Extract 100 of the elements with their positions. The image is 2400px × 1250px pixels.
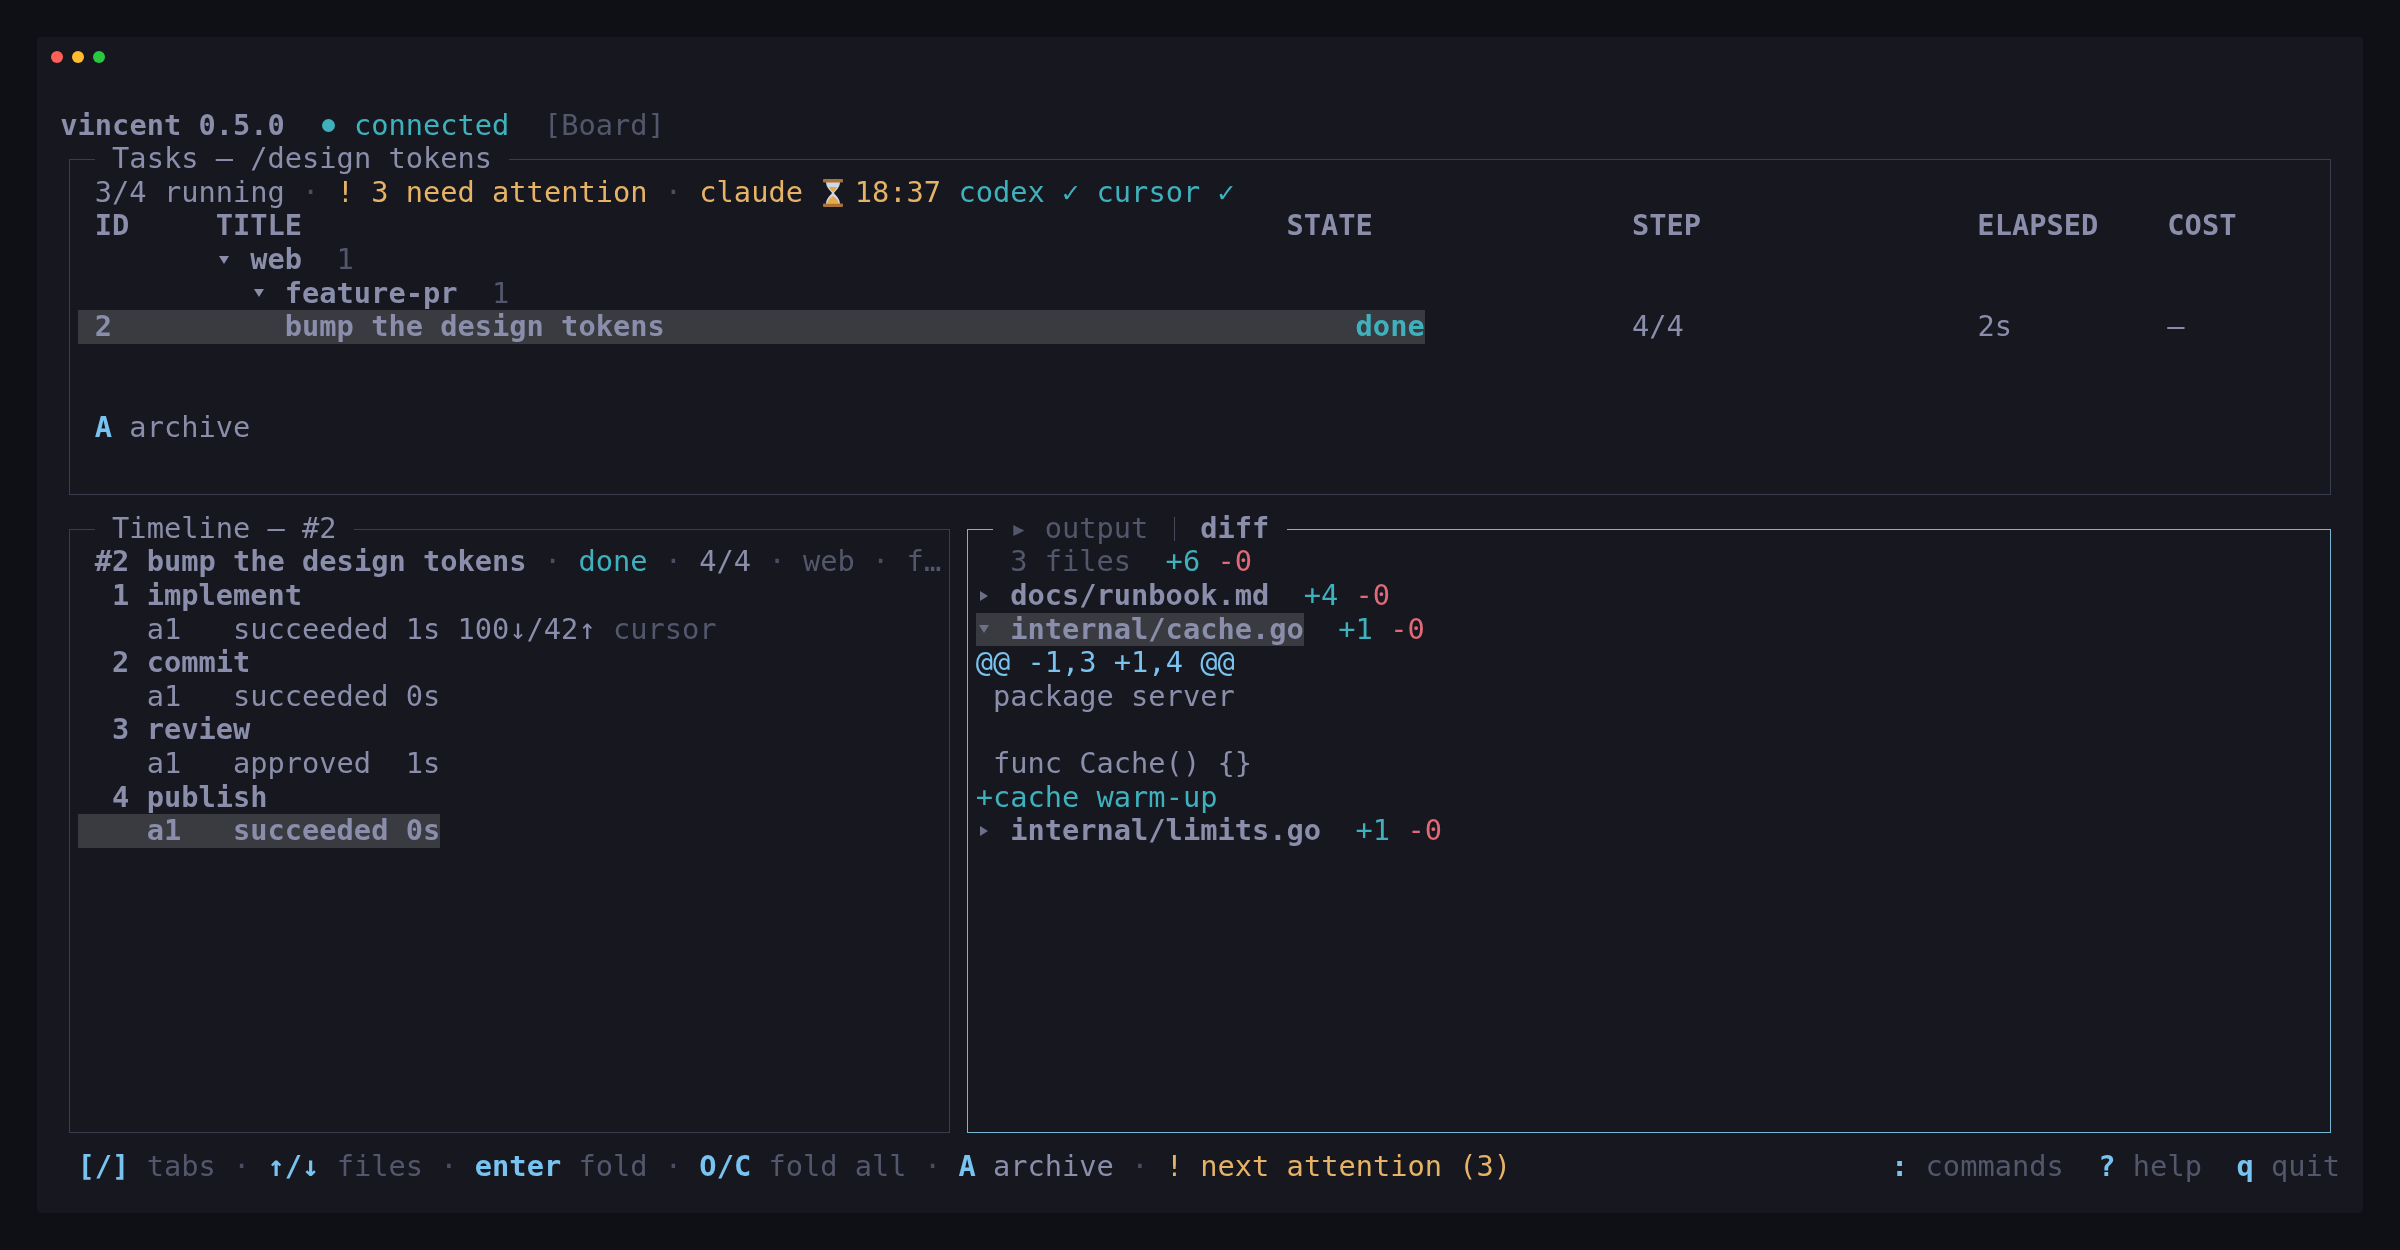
step-number: 3 <box>112 713 130 747</box>
step-name: implement <box>146 578 303 613</box>
tab[interactable]: diff <box>1200 511 1270 546</box>
hunk-header: @@ -1,3 +1,4 @@ <box>975 646 1235 680</box>
shortcut-key: q <box>2236 1150 2254 1184</box>
attempt-result: approved <box>232 746 372 781</box>
separator: · <box>872 545 890 579</box>
shortcut-label: fold <box>578 1150 648 1184</box>
task-elapsed: 2s <box>1977 310 2012 344</box>
attempt-row[interactable]: a1 succeeded 0s <box>77 814 441 848</box>
added-count: +4 <box>1303 578 1339 613</box>
hourglass-icon <box>822 178 845 207</box>
status-mark: ✓ <box>1062 175 1080 210</box>
token-count: 100↓/42↑ <box>457 612 596 647</box>
task-state: done <box>578 545 648 579</box>
shortcut-key: A <box>958 1150 976 1184</box>
shortcut-label: quit <box>2271 1150 2341 1184</box>
shortcut-key: enter <box>474 1150 562 1184</box>
runner-name: cursor <box>612 612 717 647</box>
attempt-result: succeeded <box>232 814 389 848</box>
attempt-agent: a1 <box>146 612 182 647</box>
shortcut-key: ? <box>2098 1150 2116 1184</box>
attention-count: ! 3 need attention <box>336 175 648 210</box>
added-count: +6 <box>1165 545 1201 579</box>
shortcut-label: help <box>2132 1150 2202 1184</box>
group-row[interactable]: feature-pr 1 <box>77 276 510 311</box>
shortcut-label: fold all <box>768 1150 907 1184</box>
column-header: STEP <box>1631 209 1702 243</box>
added-count: +1 <box>1338 612 1373 647</box>
task-cost: – <box>2167 310 2185 344</box>
column-header: ELAPSED <box>1977 209 2099 243</box>
shortcut-label: tabs <box>146 1150 216 1184</box>
separator: · <box>1131 1150 1149 1184</box>
group-label: web <box>250 242 303 277</box>
shortcut-label: commands <box>1925 1150 2064 1184</box>
code-line: func Cache() {} <box>992 746 1252 781</box>
panel-title: Tasks — /design tokens <box>112 142 493 176</box>
attempt-duration: 1s <box>405 612 441 647</box>
attempt-result: succeeded <box>232 612 389 647</box>
shortcut-key: : <box>1891 1150 1909 1184</box>
step-number: 2 <box>112 646 130 680</box>
group-count: 1 <box>336 242 354 277</box>
step-name: review <box>146 713 251 747</box>
attempt-result: succeeded <box>232 679 389 714</box>
task-detail: f… <box>906 545 942 579</box>
removed-count: -0 <box>1355 578 1391 613</box>
step-name: commit <box>146 646 251 680</box>
removed-count: -0 <box>1217 545 1252 579</box>
attempt-row[interactable]: a1 succeeded 0s <box>77 679 441 714</box>
shortcut-key: A <box>94 411 113 445</box>
task-id: 2 <box>94 310 113 344</box>
shortcut-key: ↑/↓ <box>267 1150 320 1184</box>
task-heading: #2 bump the design tokens <box>94 545 527 579</box>
attempt-agent: a1 <box>146 814 182 848</box>
separator: · <box>664 1150 683 1184</box>
caret-down-icon[interactable] <box>219 255 230 264</box>
attempt-duration: 0s <box>405 679 441 714</box>
status-mark: ✓ <box>1217 175 1235 210</box>
close-dot-icon[interactable] <box>50 50 63 63</box>
caret-right-icon[interactable] <box>980 590 989 601</box>
column-header: TITLE <box>215 209 303 243</box>
step-name: publish <box>146 780 268 815</box>
task-detail: web <box>802 545 855 579</box>
task-title: bump the design tokens <box>284 310 665 344</box>
group-label: feature-pr <box>284 276 458 311</box>
connection-status: connected <box>353 108 510 143</box>
file-count: 3 files <box>1010 545 1132 579</box>
column-header: ID <box>94 209 130 243</box>
task-detail: 4/4 <box>699 545 752 579</box>
code-line: package server <box>992 679 1235 714</box>
minimize-dot-icon[interactable] <box>72 50 84 63</box>
agent-name: codex <box>958 175 1045 210</box>
step-number: 4 <box>112 780 130 815</box>
column-header: STATE <box>1286 209 1373 243</box>
task-row[interactable]: 2 bump the design tokens done <box>77 310 1425 344</box>
separator: · <box>664 545 683 579</box>
caret-right-icon[interactable] <box>980 825 989 836</box>
shortcut-label: next attention (3) <box>1200 1150 1512 1184</box>
attempt-duration: 1s <box>405 746 441 781</box>
shortcut-label: archive <box>129 411 251 445</box>
panel-title: Timeline — #2 <box>112 511 337 546</box>
added-line: +cache warm-up <box>975 780 1218 815</box>
shortcut-key: [/] <box>77 1150 130 1184</box>
shortcut-key: O/C <box>699 1150 752 1184</box>
step-number: 1 <box>112 578 130 613</box>
attempt-duration: 0s <box>405 814 441 848</box>
task-step: 4/4 <box>1631 310 1684 344</box>
column-header: COST <box>2167 209 2237 243</box>
attempt-row[interactable]: a1 approved 1s <box>77 746 441 781</box>
caret-down-icon[interactable] <box>253 289 264 298</box>
attempt-row[interactable]: a1 succeeded 1s <box>77 612 441 647</box>
removed-count: -0 <box>1390 612 1425 647</box>
app-name: vincent 0.5.0 <box>60 108 285 143</box>
separator: · <box>543 545 562 579</box>
group-row[interactable]: web 1 <box>77 242 354 277</box>
separator: · <box>233 1150 251 1184</box>
separator: · <box>302 175 320 210</box>
zoom-dot-icon[interactable] <box>93 50 106 63</box>
separator: · <box>664 175 683 210</box>
agent-name: claude <box>699 175 803 210</box>
